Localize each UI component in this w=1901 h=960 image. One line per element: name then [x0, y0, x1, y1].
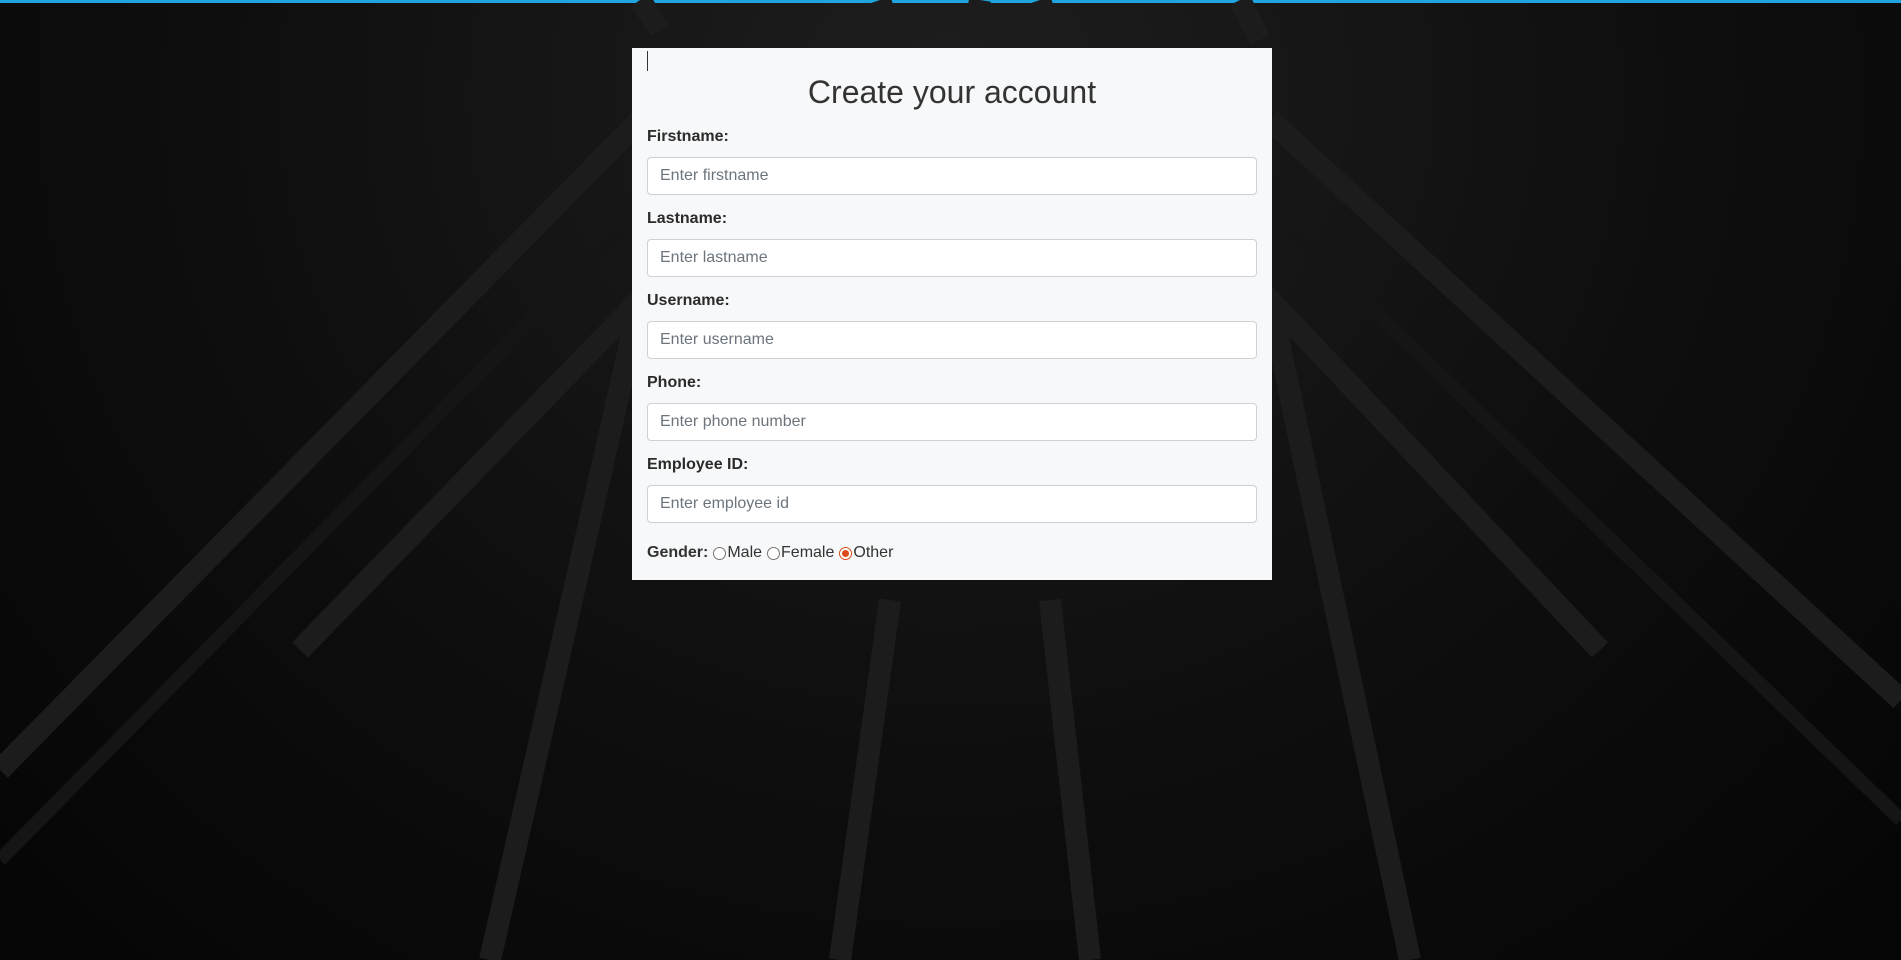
phone-field-group: Phone:	[647, 373, 1257, 441]
employee-id-input[interactable]	[647, 485, 1257, 523]
gender-female-label[interactable]: Female	[781, 544, 834, 562]
username-field-group: Username:	[647, 291, 1257, 359]
lastname-field-group: Lastname:	[647, 209, 1257, 277]
username-label: Username:	[647, 292, 730, 309]
gender-male-label[interactable]: Male	[727, 544, 762, 562]
employee-id-label: Employee ID:	[647, 456, 749, 473]
gender-radio-group: Gender: Male Female Other	[647, 543, 1257, 563]
lastname-input[interactable]	[647, 239, 1257, 277]
text-cursor	[647, 51, 648, 71]
firstname-field-group: Firstname:	[647, 127, 1257, 195]
gender-other-radio[interactable]	[839, 546, 853, 560]
gender-other-label[interactable]: Other	[853, 544, 893, 562]
gender-male-radio[interactable]	[713, 546, 727, 560]
username-input[interactable]	[647, 321, 1257, 359]
phone-label: Phone:	[647, 374, 702, 391]
gender-label: Gender:	[647, 544, 709, 561]
lastname-label: Lastname:	[647, 210, 728, 227]
firstname-input[interactable]	[647, 157, 1257, 195]
employee-id-field-group: Employee ID:	[647, 455, 1257, 523]
form-title: Create your account	[807, 74, 1097, 110]
signup-form-panel: Create your account Firstname: Lastname:…	[632, 48, 1272, 580]
firstname-label: Firstname:	[647, 128, 729, 145]
phone-input[interactable]	[647, 403, 1257, 441]
gender-female-radio[interactable]	[767, 546, 781, 560]
